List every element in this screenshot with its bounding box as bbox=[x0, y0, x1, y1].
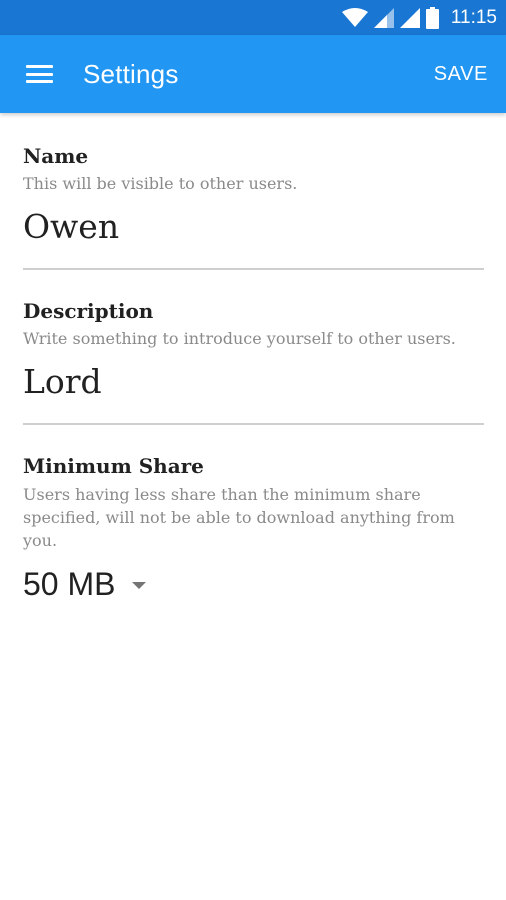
minimum-share-label: Minimum Share bbox=[23, 454, 204, 478]
name-hint: This will be visible to other users. bbox=[23, 174, 298, 193]
save-button[interactable]: SAVE bbox=[424, 35, 506, 113]
status-time: 11:15 bbox=[450, 6, 497, 28]
name-label: Name bbox=[23, 144, 89, 168]
wifi-icon bbox=[341, 7, 368, 27]
menu-icon bbox=[25, 65, 53, 83]
minimum-share-value: 50 MB bbox=[23, 565, 116, 602]
settings-form: Name This will be visible to other users… bbox=[23, 113, 484, 606]
status-bar: 11:15 bbox=[0, 0, 506, 35]
description-field[interactable]: Lord bbox=[23, 360, 484, 404]
signal-icon bbox=[373, 7, 394, 28]
battery-icon bbox=[425, 6, 439, 29]
signal-icon bbox=[399, 7, 420, 28]
minimum-share-hint: Users having less share than the minimum… bbox=[23, 485, 455, 550]
minimum-share-section: Minimum Share Users having less share th… bbox=[23, 425, 484, 606]
description-label: Description bbox=[23, 299, 154, 323]
page-title: Settings bbox=[83, 58, 179, 89]
minimum-share-dropdown[interactable]: 50 MB bbox=[23, 562, 484, 606]
description-hint: Write something to introduce yourself to… bbox=[23, 329, 456, 348]
description-section: Description Write something to introduce… bbox=[23, 270, 484, 425]
menu-button[interactable] bbox=[0, 35, 79, 113]
name-section: Name This will be visible to other users… bbox=[23, 113, 484, 270]
dropdown-arrow-icon bbox=[132, 581, 147, 589]
name-field[interactable]: Owen bbox=[23, 205, 484, 249]
app-bar: Settings SAVE bbox=[0, 35, 506, 113]
